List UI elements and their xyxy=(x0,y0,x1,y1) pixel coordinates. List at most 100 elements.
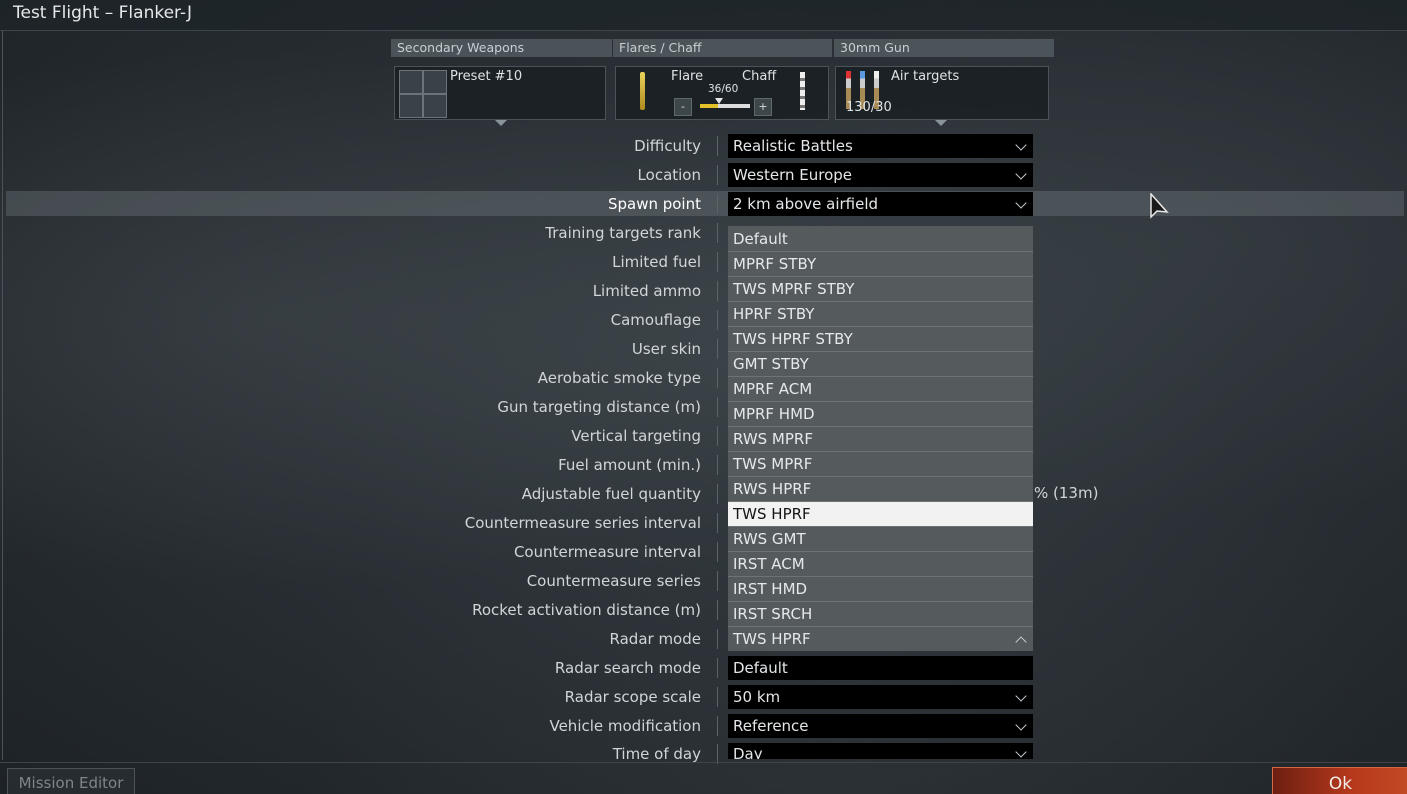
chaff-icon xyxy=(800,72,805,110)
row-separator xyxy=(717,165,718,185)
secondary-weapons-slot[interactable]: Preset #10 xyxy=(394,66,606,120)
limited-fuel-label: Limited fuel xyxy=(612,253,701,271)
vehicle-mod-select[interactable]: Reference xyxy=(728,714,1033,738)
spawn-point-label: Spawn point xyxy=(607,195,701,213)
radar-option[interactable]: Default xyxy=(728,226,1033,252)
radar-mode-value: TWS HPRF xyxy=(733,630,811,648)
row-separator xyxy=(717,658,718,678)
time-of-day-select[interactable]: Day xyxy=(728,743,1033,759)
fuel-amount-label: Fuel amount (min.) xyxy=(558,456,701,474)
radar-option[interactable]: TWS HPRF STBY xyxy=(728,327,1033,352)
row-separator xyxy=(717,542,718,562)
footer-divider xyxy=(0,762,1407,763)
radar-option[interactable]: RWS MPRF xyxy=(728,427,1033,452)
ratio-slider[interactable] xyxy=(700,104,750,108)
ratio-slider-fill xyxy=(700,104,718,108)
row-separator xyxy=(717,455,718,475)
chevron-down-icon xyxy=(1015,197,1027,209)
radar-option[interactable]: MPRF STBY xyxy=(728,252,1033,277)
row-separator xyxy=(717,571,718,591)
countermeasures-header: Flares / Chaff xyxy=(613,39,832,57)
row-separator xyxy=(717,310,718,330)
difficulty-value: Realistic Battles xyxy=(733,137,853,155)
chevron-down-icon[interactable] xyxy=(935,120,947,126)
radar-option[interactable]: IRST SRCH xyxy=(728,602,1033,627)
location-value: Western Europe xyxy=(733,166,853,184)
row-separator xyxy=(717,252,718,272)
gun-ammo-slot[interactable]: Air targets 130/30 xyxy=(835,66,1049,120)
radar-search-select[interactable]: Default xyxy=(728,656,1033,680)
vertical-targeting-label: Vertical targeting xyxy=(571,427,701,445)
chevron-down-icon[interactable] xyxy=(495,120,507,126)
radar-option[interactable]: RWS HPRF xyxy=(728,477,1033,502)
time-of-day-label: Time of day xyxy=(612,745,701,763)
row-separator xyxy=(717,136,718,156)
preset-label: Preset #10 xyxy=(450,69,523,84)
radar-option[interactable]: RWS GMT xyxy=(728,527,1033,552)
gun-distance-label: Gun targeting distance (m) xyxy=(497,398,701,416)
location-select[interactable]: Western Europe xyxy=(728,163,1033,187)
radar-option[interactable]: IRST HMD xyxy=(728,577,1033,602)
spawn-row-highlight xyxy=(6,191,1404,216)
camouflage-label: Camouflage xyxy=(610,311,701,329)
radar-search-label: Radar search mode xyxy=(554,659,701,677)
row-separator xyxy=(717,397,718,417)
difficulty-select[interactable]: Realistic Battles xyxy=(728,134,1033,158)
chevron-down-icon xyxy=(1015,690,1027,702)
radar-option[interactable]: HPRF STBY xyxy=(728,302,1033,327)
radar-option[interactable]: TWS HPRF xyxy=(728,502,1033,527)
radar-mode-options[interactable]: Default MPRF STBY TWS MPRF STBY HPRF STB… xyxy=(728,226,1033,627)
ok-button[interactable]: Ok xyxy=(1272,767,1407,794)
radar-scale-value: 50 km xyxy=(733,688,781,706)
gun-panel[interactable]: 30mm Gun Air targets 130/30 xyxy=(834,39,1054,126)
gun-header: 30mm Gun xyxy=(834,39,1054,57)
chaff-label: Chaff xyxy=(742,69,777,84)
radar-option[interactable]: MPRF HMD xyxy=(728,402,1033,427)
ammo-count: 130/30 xyxy=(846,100,892,115)
radar-option[interactable]: GMT STBY xyxy=(728,352,1033,377)
countermeasure-ratio: 36/60 xyxy=(708,83,739,95)
missile-icon xyxy=(399,70,423,94)
rocket-distance-label: Rocket activation distance (m) xyxy=(472,601,701,619)
radar-scale-select[interactable]: 50 km xyxy=(728,685,1033,709)
countermeasures-slot[interactable]: Flare Chaff 36/60 - + xyxy=(615,66,829,120)
mission-editor-button[interactable]: Mission Editor xyxy=(7,768,135,794)
chevron-down-icon xyxy=(1015,746,1027,758)
row-separator xyxy=(717,744,718,764)
difficulty-label: Difficulty xyxy=(634,137,701,155)
row-separator xyxy=(717,484,718,504)
radar-option[interactable]: MPRF ACM xyxy=(728,377,1033,402)
radar-mode-label: Radar mode xyxy=(609,630,701,648)
row-separator xyxy=(717,281,718,301)
row-separator xyxy=(717,194,718,214)
radar-option[interactable]: TWS MPRF STBY xyxy=(728,277,1033,302)
chevron-down-icon xyxy=(1015,719,1027,731)
limited-ammo-label: Limited ammo xyxy=(592,282,701,300)
decrease-button[interactable]: - xyxy=(674,98,692,116)
countermeasures-panel[interactable]: Flares / Chaff Flare Chaff 36/60 - + xyxy=(613,39,832,120)
slider-handle-icon[interactable] xyxy=(715,98,723,104)
row-separator xyxy=(717,339,718,359)
row-separator xyxy=(717,368,718,388)
cm-series-label: Countermeasure series xyxy=(526,572,701,590)
increase-button[interactable]: + xyxy=(754,98,772,116)
user-skin-label: User skin xyxy=(631,340,701,358)
radar-option[interactable]: TWS MPRF xyxy=(728,452,1033,477)
ammo-belt-label: Air targets xyxy=(891,69,960,84)
radar-option[interactable]: IRST ACM xyxy=(728,552,1033,577)
vehicle-mod-value: Reference xyxy=(733,717,809,735)
chevron-up-icon xyxy=(1015,636,1027,648)
spawn-point-select[interactable]: 2 km above airfield xyxy=(728,192,1033,216)
radar-scale-label: Radar scope scale xyxy=(564,688,701,706)
missile-icon xyxy=(423,94,447,118)
missile-icon xyxy=(423,70,447,94)
vehicle-mod-label: Vehicle modification xyxy=(549,717,701,735)
time-of-day-value: Day xyxy=(733,745,763,759)
fuel-time-readout: % (13m) xyxy=(1034,484,1099,502)
row-separator xyxy=(717,513,718,533)
targets-rank-label: Training targets rank xyxy=(545,224,701,242)
secondary-weapons-panel[interactable]: Secondary Weapons Preset #10 xyxy=(391,39,612,126)
radar-mode-select[interactable]: TWS HPRF xyxy=(728,627,1033,651)
smoke-type-label: Aerobatic smoke type xyxy=(537,369,701,387)
radar-search-value: Default xyxy=(733,659,788,677)
